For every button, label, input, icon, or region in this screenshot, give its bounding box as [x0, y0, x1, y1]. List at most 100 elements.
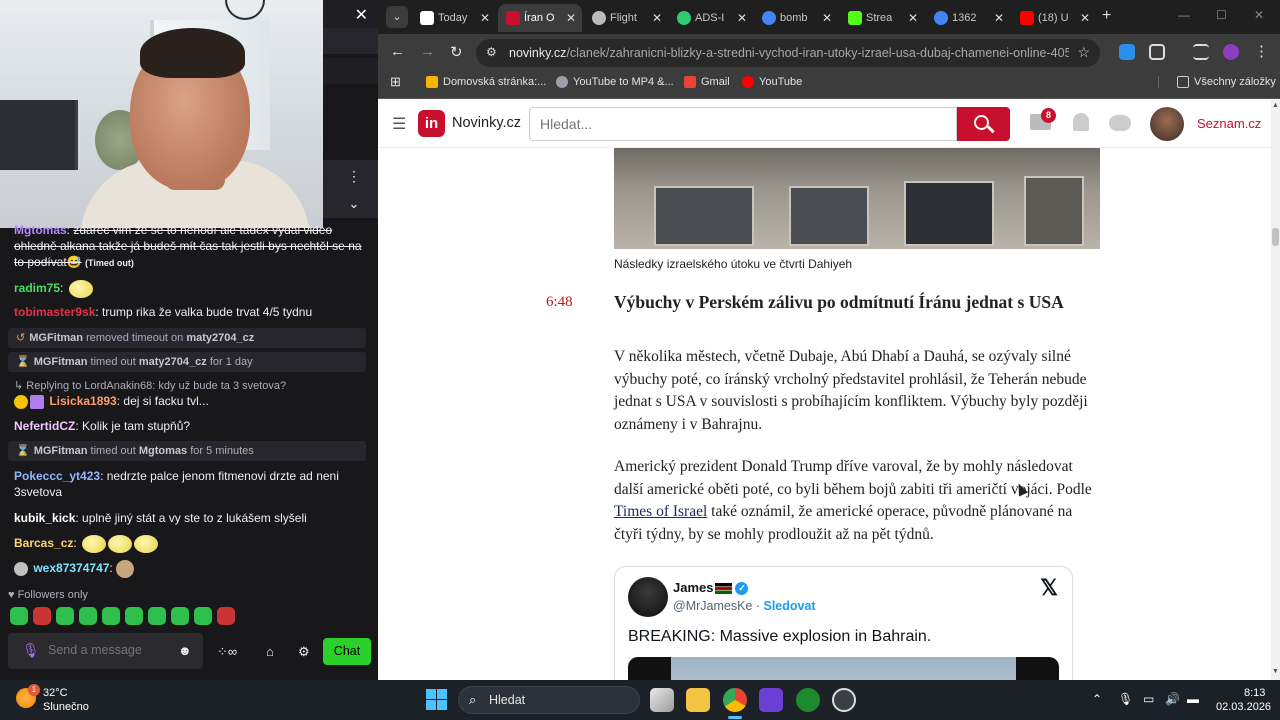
channel-points-icon[interactable]: ⁘∞	[217, 644, 237, 660]
browser-tab[interactable]: bomb ✕	[754, 4, 838, 32]
reply-context[interactable]: ↳ Replying to LordAnakin68: kdy už bude …	[14, 379, 286, 392]
close-icon[interactable]: ✕	[480, 4, 490, 32]
battery-icon[interactable]: ▬	[1187, 692, 1199, 706]
tweet-author[interactable]: James ✓	[673, 580, 749, 596]
emote-icon[interactable]	[194, 607, 212, 625]
browser-tab[interactable]: Strea ✕	[840, 4, 924, 32]
steam-icon[interactable]	[832, 688, 856, 712]
maximize-icon[interactable]: ☐	[1216, 8, 1227, 22]
close-icon[interactable]: ✕	[652, 4, 662, 32]
close-icon[interactable]: ✕	[737, 4, 747, 32]
chrome-menu-icon[interactable]: ⋮	[1254, 42, 1269, 60]
tweet-avatar[interactable]	[628, 577, 668, 617]
novinky-logo[interactable]: in	[418, 110, 445, 137]
mod-actor[interactable]: MGFitman	[29, 332, 83, 344]
seznam-link[interactable]: Seznam.cz	[1197, 116, 1261, 131]
site-search-input[interactable]	[540, 116, 920, 132]
browser-tab[interactable]: (18) U ✕	[1012, 4, 1096, 32]
more-options-icon[interactable]: ⋮	[340, 163, 368, 189]
chevron-down-icon[interactable]: ⌄	[340, 193, 368, 215]
chat-send-button[interactable]: Chat	[323, 638, 371, 665]
chat-username[interactable]: radim75	[14, 281, 60, 295]
chat-input[interactable]	[48, 643, 168, 657]
chat-username[interactable]: Lisicka1893	[49, 394, 116, 408]
hamburger-menu-icon[interactable]: ☰	[392, 114, 406, 134]
weather-description[interactable]: Slunečno	[43, 701, 89, 713]
emote-icon[interactable]	[171, 607, 189, 625]
mod-actor[interactable]: MGFitman	[34, 445, 88, 457]
tab-search-icon[interactable]: ⌄	[386, 6, 408, 28]
close-icon[interactable]: ✕	[908, 4, 918, 32]
scroll-thumb[interactable]	[1272, 228, 1279, 246]
close-icon[interactable]: ✕	[994, 4, 1004, 32]
reload-icon[interactable]: ↻	[450, 43, 463, 61]
follow-button[interactable]: Sledovat	[763, 599, 815, 613]
tweet-media[interactable]	[628, 657, 1059, 680]
browser-tab-active[interactable]: Íran O ✕	[498, 4, 582, 32]
browser-tab[interactable]: ADS-I ✕	[669, 4, 753, 32]
chat-username[interactable]: Barcas_cz	[14, 536, 73, 550]
close-icon[interactable]: ✕	[1080, 4, 1090, 32]
embedded-tweet[interactable]: James ✓ @MrJamesKe · Sledovat 𝕏 BREAKING:…	[614, 566, 1073, 680]
windows-start-icon[interactable]	[426, 689, 447, 710]
emote-icon[interactable]	[148, 607, 166, 625]
mod-actor[interactable]: MGFitman	[34, 356, 88, 368]
close-icon[interactable]: ✕	[355, 5, 368, 25]
bookmark-item[interactable]: YouTube	[742, 76, 802, 89]
back-icon[interactable]: ←	[390, 43, 405, 60]
mod-target[interactable]: Mgtomas	[139, 445, 187, 457]
puzzle-extensions-icon[interactable]	[1149, 44, 1165, 60]
site-info-icon[interactable]: ⚙	[486, 45, 497, 59]
browser-tab[interactable]: Flight ✕	[584, 4, 668, 32]
task-view-icon[interactable]	[650, 688, 674, 712]
chat-username[interactable]: Pokeccc_yt423	[14, 469, 100, 483]
scroll-up-icon[interactable]: ▲	[1271, 102, 1280, 109]
emote-icon[interactable]	[102, 607, 120, 625]
chat-username[interactable]: kubik_kick	[14, 511, 75, 525]
user-avatar[interactable]	[1150, 107, 1184, 141]
microphone-icon[interactable]: 🎙	[1118, 692, 1133, 706]
emote-icon[interactable]	[56, 607, 74, 625]
emote-icon[interactable]	[79, 607, 97, 625]
bell-icon[interactable]	[1073, 113, 1089, 131]
bookmark-item[interactable]: YouTube to MP4 &...	[556, 76, 674, 89]
bookmark-item[interactable]: Gmail	[684, 76, 730, 89]
apps-grid-icon[interactable]: ⊞	[390, 74, 401, 90]
chat-bubble-icon[interactable]	[1109, 115, 1131, 131]
chevron-up-icon[interactable]: ⌃	[1092, 692, 1102, 706]
microphone-icon[interactable]: 🎙	[22, 642, 40, 659]
chrome-icon[interactable]	[723, 688, 747, 712]
url-text[interactable]: novinky.cz/clanek/zahranicni-blizky-a-st…	[509, 46, 1069, 60]
x-logo-icon[interactable]: 𝕏	[1040, 575, 1058, 601]
chat-username[interactable]: Mgtomas	[14, 223, 67, 237]
close-icon[interactable]: ✕	[822, 4, 832, 32]
chat-username[interactable]: NefertidCZ	[14, 419, 75, 433]
emote-icon[interactable]	[125, 607, 143, 625]
emote-picker-icon[interactable]: ☻	[178, 643, 192, 658]
chat-username[interactable]: tobimaster9sk	[14, 305, 95, 319]
bookmark-star-icon[interactable]: ☆	[1077, 44, 1090, 61]
profile-avatar-icon[interactable]	[1223, 44, 1239, 60]
taskbar-search[interactable]: ⌕ Hledat	[458, 686, 640, 714]
browser-tab[interactable]: 1362 ✕	[926, 4, 1010, 32]
new-tab-icon[interactable]: +	[1102, 7, 1111, 25]
emote-icon[interactable]	[10, 607, 28, 625]
emote-icon[interactable]	[33, 607, 51, 625]
times-of-israel-link[interactable]: Times of Israel	[614, 503, 707, 520]
app-icon[interactable]	[759, 688, 783, 712]
tweet-handle[interactable]: @MrJamesKe	[673, 599, 752, 613]
address-bar[interactable]: ⚙ novinky.cz/clanek/zahranicni-blizky-a-…	[476, 39, 1100, 67]
network-icon[interactable]: ▭	[1143, 692, 1154, 706]
clock-date[interactable]: 02.03.2026	[1216, 701, 1271, 713]
mod-target[interactable]: maty2704_cz	[186, 332, 254, 344]
clock-time[interactable]: 8:13	[1244, 687, 1265, 699]
emote-icon[interactable]	[217, 607, 235, 625]
gear-icon[interactable]: ⚙	[298, 644, 310, 660]
chat-username[interactable]: wex87374747	[33, 561, 109, 575]
all-bookmarks[interactable]: Všechny záložky	[1158, 76, 1276, 89]
forward-icon[interactable]: →	[420, 43, 435, 60]
extension-icon[interactable]	[1119, 44, 1135, 60]
weather-temperature[interactable]: 32°C	[43, 687, 68, 699]
store-icon[interactable]: ⌂	[266, 644, 274, 659]
xbox-icon[interactable]	[796, 688, 820, 712]
